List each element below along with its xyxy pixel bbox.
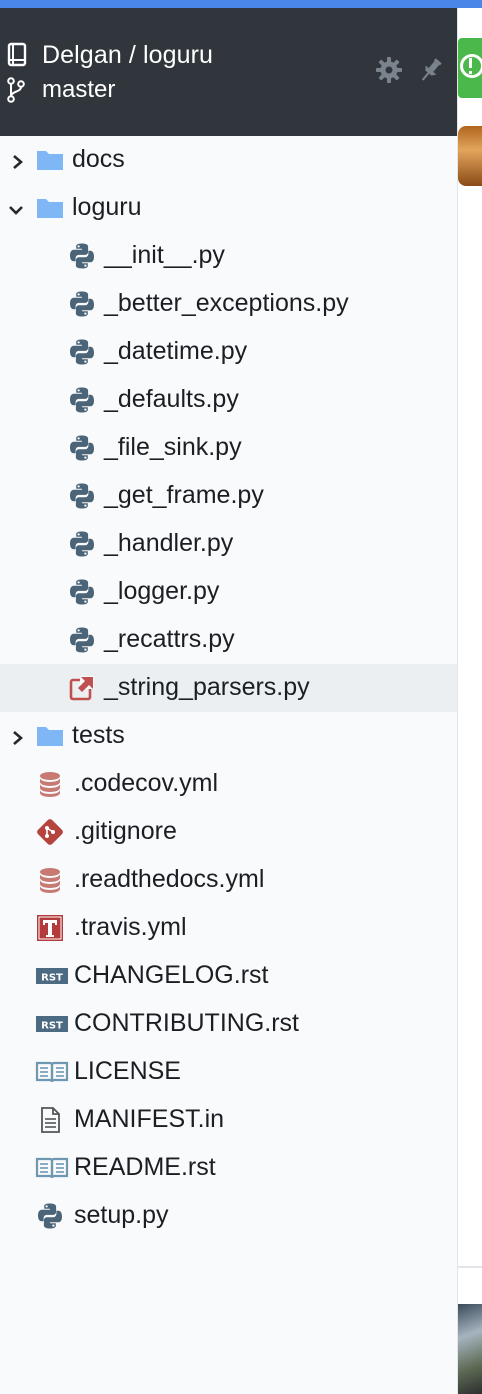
status-badge[interactable]	[458, 38, 482, 98]
tree-file[interactable]: __init__.py	[0, 232, 457, 280]
tree-file[interactable]: setup.py	[0, 1192, 457, 1240]
python-icon	[68, 626, 96, 654]
chevron-right-icon[interactable]	[8, 726, 28, 746]
page-content-edge	[458, 8, 482, 1394]
repo-row[interactable]: Delgan / loguru	[6, 40, 213, 70]
repo-title[interactable]: Delgan / loguru	[42, 41, 213, 70]
header-actions	[375, 56, 445, 84]
tree-file[interactable]: _file_sink.py	[0, 424, 457, 472]
browser-top-bar	[0, 0, 482, 8]
sidebar-header: Delgan / loguru master	[0, 8, 457, 136]
tree-file[interactable]: .gitignore	[0, 808, 457, 856]
tree-file[interactable]: RST CHANGELOG.rst	[0, 952, 457, 1000]
file-label[interactable]: _handler.py	[104, 529, 233, 558]
folder-icon	[36, 146, 64, 174]
tree-file[interactable]: _datetime.py	[0, 328, 457, 376]
file-label[interactable]: __init__.py	[104, 241, 225, 270]
folder-label[interactable]: docs	[72, 145, 125, 174]
divider	[458, 1266, 482, 1268]
tree-folder-tests[interactable]: tests	[0, 712, 457, 760]
book-icon	[35, 1154, 69, 1182]
file-label[interactable]: CONTRIBUTING.rst	[74, 1009, 299, 1038]
tree-file[interactable]: _handler.py	[0, 520, 457, 568]
python-icon	[68, 338, 96, 366]
file-tree: docs loguru __init__.py _better_exception…	[0, 136, 457, 1240]
gear-icon[interactable]	[375, 56, 403, 84]
tree-folder-docs[interactable]: docs	[0, 136, 457, 184]
file-label[interactable]: _better_exceptions.py	[104, 289, 349, 318]
folder-icon	[36, 194, 64, 222]
file-label[interactable]: CHANGELOG.rst	[74, 961, 268, 990]
file-tree-sidebar: Delgan / loguru master docs loguru __ini…	[0, 8, 458, 1394]
file-label[interactable]: _defaults.py	[104, 385, 239, 414]
tree-file[interactable]: README.rst	[0, 1144, 457, 1192]
python-icon	[68, 578, 96, 606]
git-branch-icon	[6, 77, 26, 103]
folder-icon	[36, 722, 64, 750]
tree-file[interactable]: LICENSE	[0, 1048, 457, 1096]
book-icon	[6, 42, 28, 68]
file-label[interactable]: README.rst	[74, 1153, 216, 1182]
python-icon	[68, 482, 96, 510]
python-icon	[68, 434, 96, 462]
file-label[interactable]: setup.py	[74, 1201, 169, 1230]
folder-label[interactable]: loguru	[72, 193, 142, 222]
tree-file[interactable]: _string_parsers.py	[0, 664, 457, 712]
avatar[interactable]	[458, 126, 482, 186]
python-icon	[68, 386, 96, 414]
svg-text:RST: RST	[41, 1021, 63, 1032]
tree-file[interactable]: _logger.py	[0, 568, 457, 616]
branch-name[interactable]: master	[42, 76, 115, 104]
python-icon	[68, 290, 96, 318]
tree-file[interactable]: MANIFEST.in	[0, 1096, 457, 1144]
tree-file[interactable]: .codecov.yml	[0, 760, 457, 808]
pin-icon[interactable]	[417, 56, 445, 84]
file-label[interactable]: _get_frame.py	[104, 481, 264, 510]
python-icon	[36, 1202, 64, 1230]
file-label[interactable]: .codecov.yml	[74, 769, 218, 798]
file-label[interactable]: .readthedocs.yml	[74, 865, 264, 894]
file-label[interactable]: .gitignore	[74, 817, 177, 846]
book-icon	[35, 1058, 69, 1086]
file-label[interactable]: _recattrs.py	[104, 625, 235, 654]
rst-icon: RST	[35, 962, 69, 990]
chevron-right-icon[interactable]	[8, 150, 28, 170]
tree-folder-loguru[interactable]: loguru	[0, 184, 457, 232]
database-icon	[36, 770, 64, 798]
avatar[interactable]	[458, 1304, 482, 1394]
external-link-icon	[68, 674, 96, 702]
python-icon	[68, 530, 96, 558]
tree-file[interactable]: _better_exceptions.py	[0, 280, 457, 328]
database-icon	[36, 866, 64, 894]
tree-file[interactable]: .travis.yml	[0, 904, 457, 952]
file-label[interactable]: _file_sink.py	[104, 433, 242, 462]
python-icon	[68, 242, 96, 270]
file-label[interactable]: _string_parsers.py	[104, 673, 310, 702]
git-icon	[36, 818, 64, 846]
tree-file[interactable]: .readthedocs.yml	[0, 856, 457, 904]
file-label[interactable]: MANIFEST.in	[74, 1105, 224, 1134]
branch-row[interactable]: master	[6, 75, 115, 105]
tree-file[interactable]: _defaults.py	[0, 376, 457, 424]
folder-label[interactable]: tests	[72, 721, 125, 750]
rst-icon: RST	[35, 1010, 69, 1038]
file-label[interactable]: LICENSE	[74, 1057, 181, 1086]
file-label[interactable]: .travis.yml	[74, 913, 187, 942]
file-label[interactable]: _datetime.py	[104, 337, 247, 366]
travis-icon	[36, 914, 64, 942]
tree-file[interactable]: RST CONTRIBUTING.rst	[0, 1000, 457, 1048]
tree-file[interactable]: _recattrs.py	[0, 616, 457, 664]
chevron-down-icon[interactable]	[6, 198, 26, 218]
svg-text:RST: RST	[41, 973, 63, 984]
tree-file[interactable]: _get_frame.py	[0, 472, 457, 520]
file-label[interactable]: _logger.py	[104, 577, 219, 606]
file-icon	[36, 1106, 64, 1134]
